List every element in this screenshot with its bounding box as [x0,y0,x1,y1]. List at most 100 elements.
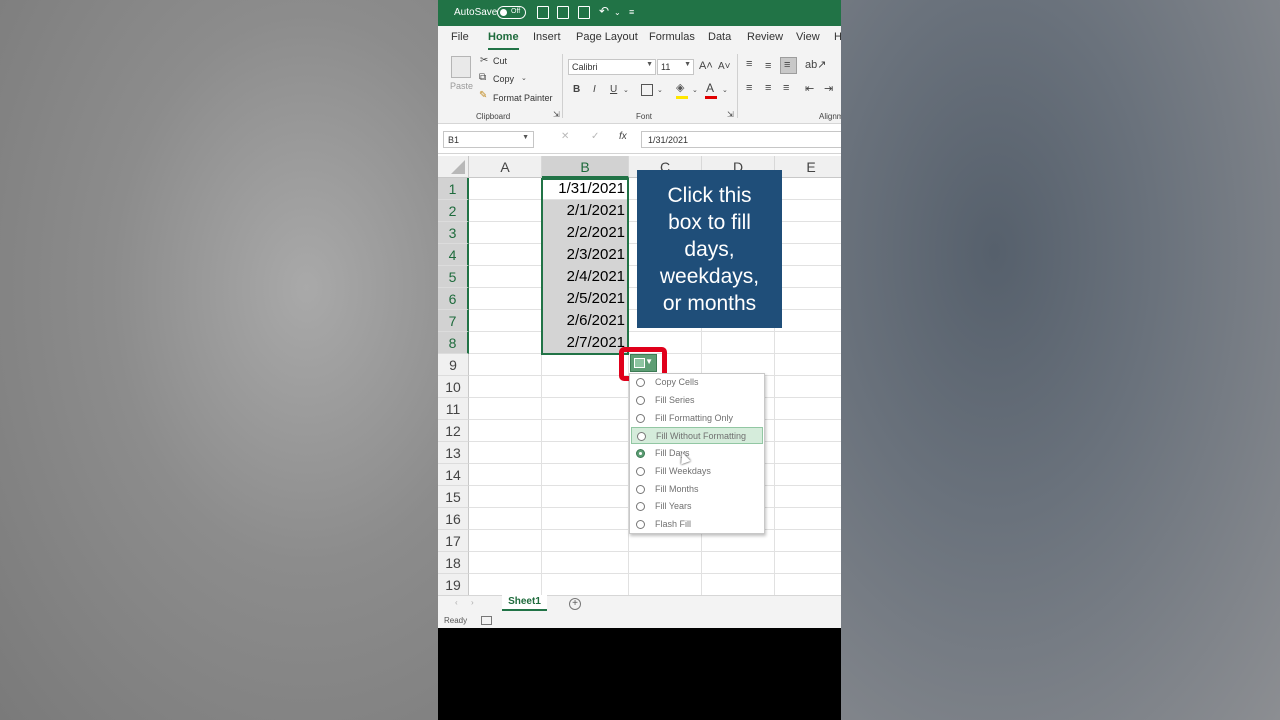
menu-item-fill-months[interactable]: Fill Months [631,481,763,498]
format-painter-button[interactable]: Format Painter [493,93,553,103]
fill-dropdown-icon[interactable]: ⌄ [692,86,698,94]
format-painter-icon[interactable]: ✎ [479,90,487,101]
menu-item-fill-years[interactable]: Fill Years [631,498,763,515]
tab-file[interactable]: File [451,31,469,43]
radio-button[interactable] [636,378,645,387]
row-header[interactable]: 4 [438,244,469,266]
radio-button[interactable] [636,467,645,476]
underline-dropdown-icon[interactable]: ⌄ [623,86,629,94]
align-left-icon[interactable]: ≡ [746,82,752,94]
font-color-dropdown-icon[interactable]: ⌄ [722,86,728,94]
macro-recorder-icon[interactable] [481,616,492,625]
row-header[interactable]: 2 [438,200,469,222]
fill-color-icon[interactable]: ◈ [676,81,684,94]
cancel-icon[interactable]: ✕ [561,131,569,142]
tab-home[interactable]: Home [488,31,519,50]
scroll-left-icon[interactable]: ‹ [455,598,458,607]
align-center-icon[interactable]: ≡ [765,82,771,94]
save-icon[interactable] [557,6,569,19]
sheet-tab-sheet1[interactable]: Sheet1 [502,595,547,611]
row-header[interactable]: 18 [438,552,469,574]
align-bottom-button[interactable]: ≡ [780,57,797,74]
name-box[interactable]: B1 ▼ [443,131,534,148]
menu-item-flash-fill[interactable]: Flash Fill [631,516,763,533]
row-header[interactable]: 16 [438,508,469,530]
row-header[interactable]: 13 [438,442,469,464]
select-all-button[interactable] [438,156,469,178]
add-sheet-icon[interactable]: + [569,598,581,610]
cell-b1[interactable]: 1/31/2021 [542,178,628,200]
underline-button[interactable]: U [610,84,617,95]
undo-icon[interactable]: ↶ [599,4,609,18]
row-header[interactable]: 1 [438,178,469,200]
radio-button[interactable] [636,502,645,511]
customize-toolbar-icon[interactable]: ≡ [629,7,634,17]
row-header[interactable]: 14 [438,464,469,486]
column-header-a[interactable]: A [469,156,542,178]
radio-button[interactable] [636,414,645,423]
copy-icon[interactable]: ⧉ [479,72,486,83]
borders-icon[interactable] [641,84,653,96]
insert-function-icon[interactable]: fx [619,131,627,142]
cell-b6[interactable]: 2/5/2021 [542,288,628,310]
menu-item-fill-series[interactable]: Fill Series [631,392,763,409]
font-color-icon[interactable]: A [706,81,714,95]
tab-formulas[interactable]: Formulas [649,31,695,43]
row-header[interactable]: 15 [438,486,469,508]
cell-b4[interactable]: 2/3/2021 [542,244,628,266]
radio-button[interactable] [636,485,645,494]
increase-indent-icon[interactable]: ⇥ [824,82,833,95]
cell-b7[interactable]: 2/6/2021 [542,310,628,332]
cell-b8[interactable]: 2/7/2021 [542,332,628,354]
cell-b2[interactable]: 2/1/2021 [542,200,628,222]
italic-button[interactable]: I [593,84,596,95]
tab-view[interactable]: View [796,31,820,43]
decrease-indent-icon[interactable]: ⇤ [805,82,814,95]
orientation-icon[interactable]: ab↗ [805,58,826,71]
new-file-icon[interactable] [537,6,549,19]
row-header[interactable]: 7 [438,310,469,332]
cell-b5[interactable]: 2/4/2021 [542,266,628,288]
column-header-e[interactable]: E [775,156,841,178]
clipboard-launcher-icon[interactable]: ⇲ [553,110,560,119]
row-header[interactable]: 8 [438,332,469,354]
align-right-icon[interactable]: ≡ [783,82,789,94]
row-header[interactable]: 17 [438,530,469,552]
radio-button-selected[interactable] [636,449,645,458]
save-as-icon[interactable] [578,6,590,19]
font-launcher-icon[interactable]: ⇲ [727,110,734,119]
formula-input[interactable]: 1/31/2021 [641,131,841,148]
row-header[interactable]: 6 [438,288,469,310]
paste-label[interactable]: Paste [450,81,473,91]
row-header[interactable]: 3 [438,222,469,244]
menu-item-fill-days[interactable]: Fill Days [631,445,763,462]
row-header[interactable]: 10 [438,376,469,398]
tab-help[interactable]: H [834,31,841,43]
copy-dropdown-icon[interactable]: ⌄ [521,74,527,82]
menu-item-fill-weekdays[interactable]: Fill Weekdays [631,463,763,480]
row-header[interactable]: 12 [438,420,469,442]
radio-button[interactable] [636,520,645,529]
align-top-icon[interactable]: ≡ [746,58,752,70]
undo-dropdown-icon[interactable]: ⌄ [614,8,621,17]
scissors-icon[interactable]: ✂ [480,55,488,66]
autosave-toggle[interactable]: Off [497,6,526,19]
menu-item-copy-cells[interactable]: Copy Cells [631,374,763,391]
increase-font-icon[interactable]: A˄ [699,60,713,72]
row-header[interactable]: 9 [438,354,469,376]
tab-insert[interactable]: Insert [533,31,561,43]
cut-button[interactable]: Cut [493,56,507,66]
align-middle-icon[interactable]: ≡ [765,60,771,72]
borders-dropdown-icon[interactable]: ⌄ [657,86,663,94]
tab-review[interactable]: Review [747,31,783,43]
worksheet-grid[interactable]: A B C D E 1 2 3 4 5 6 7 8 9 10 11 12 13 … [438,154,841,596]
menu-item-fill-formatting-only[interactable]: Fill Formatting Only [631,410,763,427]
row-header[interactable]: 19 [438,574,469,596]
bold-button[interactable]: B [573,84,580,95]
row-header[interactable]: 11 [438,398,469,420]
font-size-combo[interactable]: 11 ▼ [657,59,694,75]
scroll-right-icon[interactable]: › [471,598,474,607]
cell-b3[interactable]: 2/2/2021 [542,222,628,244]
radio-button[interactable] [636,396,645,405]
tab-data[interactable]: Data [708,31,731,43]
